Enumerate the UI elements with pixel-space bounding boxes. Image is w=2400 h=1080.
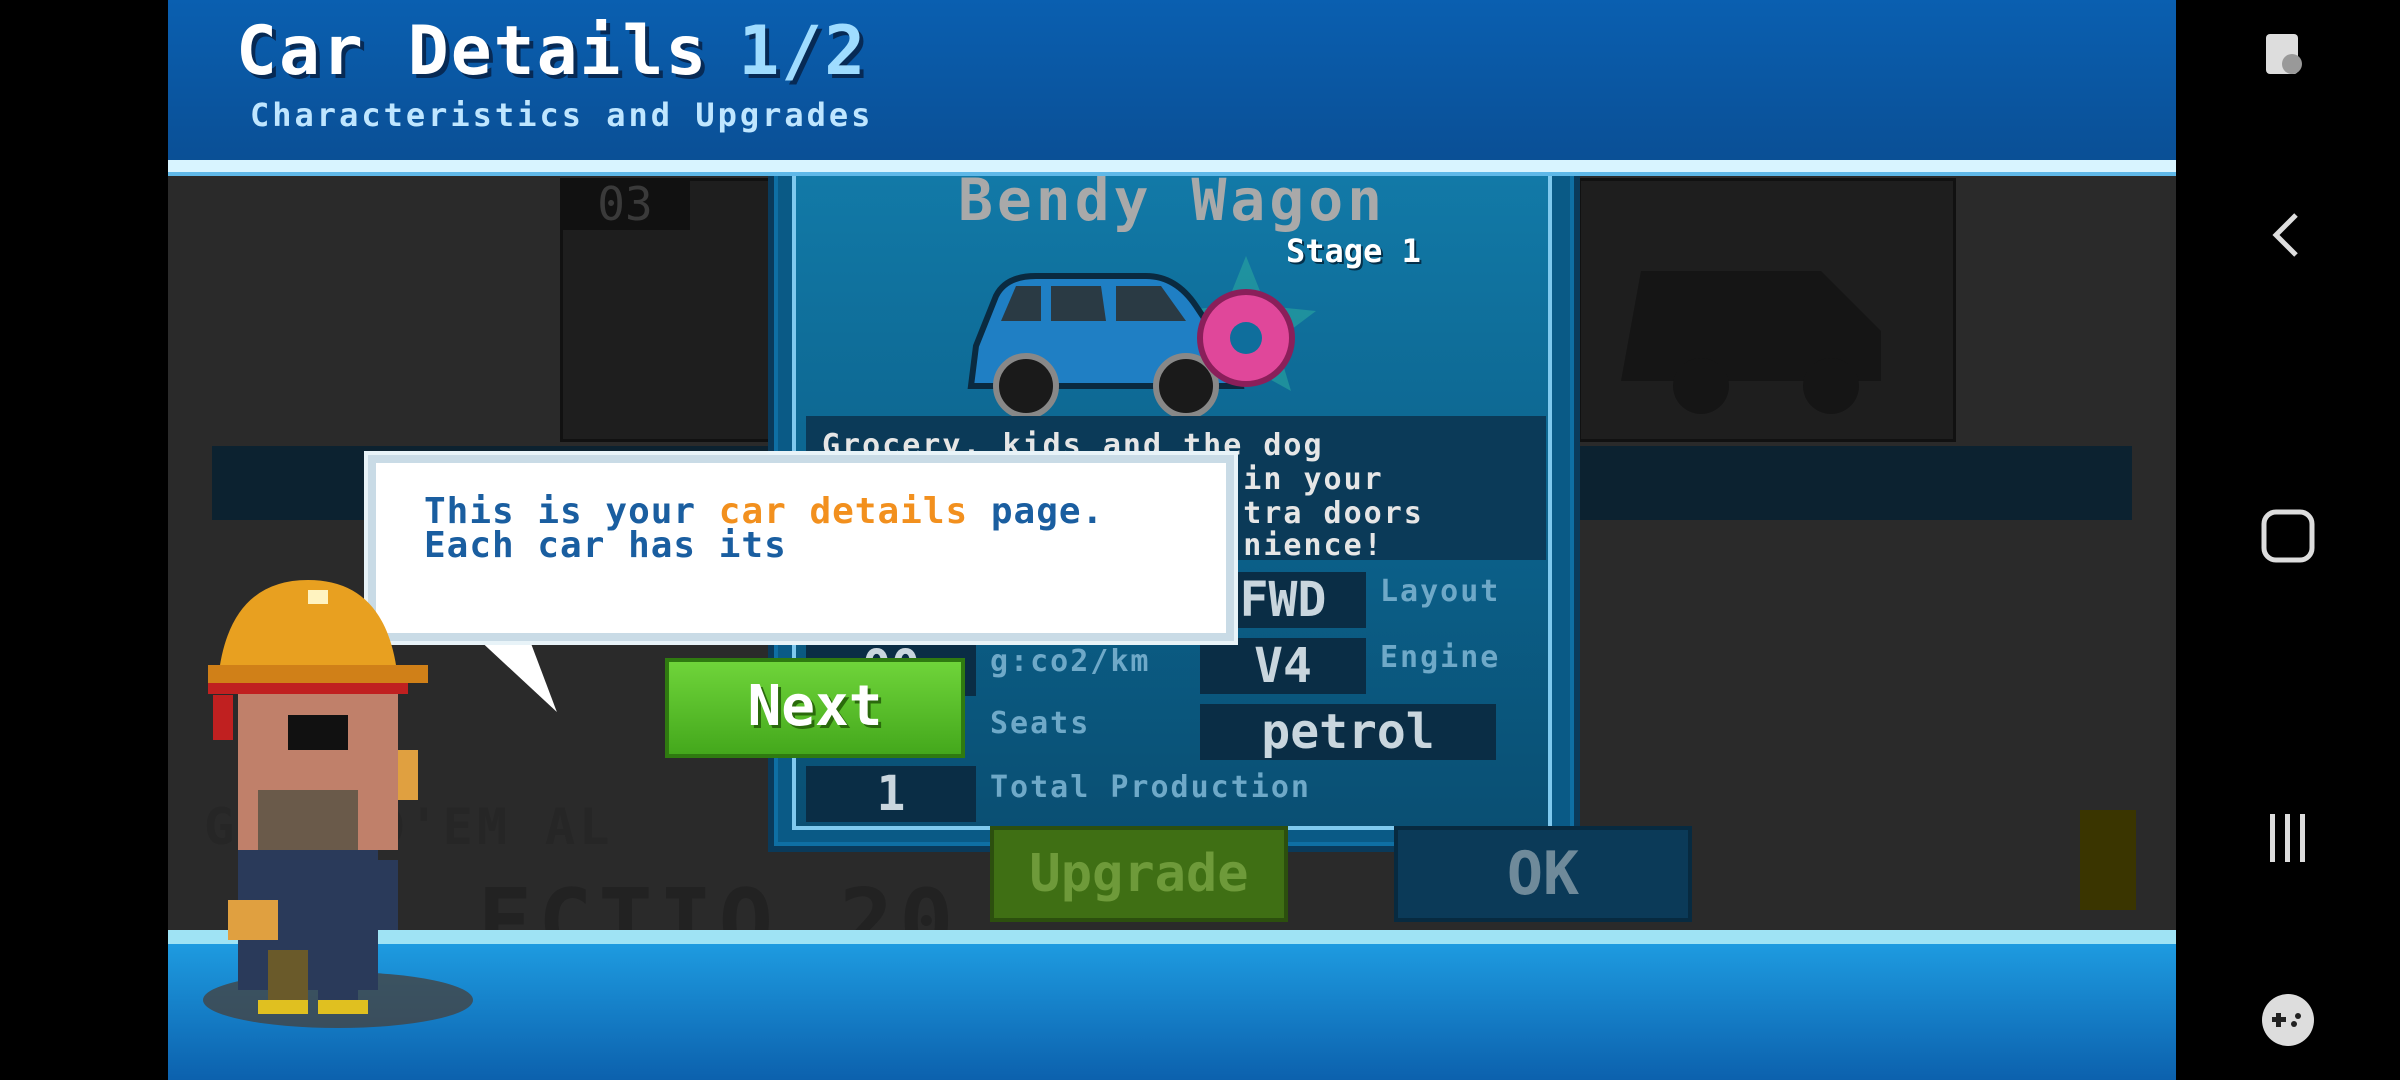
engine-value: V4 [1200, 638, 1366, 694]
header-bar: Car Details 1/2 Characteristics and Upgra… [168, 0, 2176, 165]
home-icon[interactable] [2258, 506, 2318, 566]
screen-touch-icon[interactable] [2258, 28, 2318, 88]
background-card-number: 03 [560, 178, 690, 230]
fuel-value: petrol [1200, 704, 1496, 760]
eyepatch [288, 715, 348, 750]
background-yellow-block [2080, 810, 2136, 910]
tutorial-text: page. [968, 491, 1105, 532]
car-name: Bendy Wagon [957, 166, 1387, 234]
upgrade-button[interactable]: Upgrade [990, 826, 1288, 922]
page-title-text: Car Details [236, 12, 709, 91]
game-tools-icon[interactable] [2258, 990, 2318, 1050]
recents-icon[interactable] [2258, 808, 2318, 868]
next-button[interactable]: Next [665, 658, 965, 758]
header-divider [168, 160, 2176, 176]
locked-car-silhouette-icon [1621, 271, 1881, 414]
system-navigation-bar [2176, 0, 2400, 1080]
wheel-icon [993, 353, 1059, 419]
mechanic-character [203, 580, 473, 1028]
total-production-label: Total Production [990, 770, 1311, 805]
page-indicator: 1/2 [738, 12, 868, 91]
car-stage: Stage 1 [1286, 232, 1421, 270]
engine-label: Engine [1380, 640, 1501, 675]
ok-button[interactable]: OK [1394, 826, 1692, 922]
page-title: Car Details 1/2 [236, 12, 867, 91]
back-icon[interactable] [2258, 205, 2318, 265]
background-car-card-locked [1578, 178, 1956, 442]
page-subtitle: Characteristics and Upgrades [250, 96, 874, 134]
total-production-value: 1 [806, 766, 976, 822]
seats-label: Seats [990, 706, 1091, 741]
game-viewport: 03 GO ILD'EM AL ECTIO 20 Bendy Wagon Sta… [168, 0, 2176, 1080]
layout-label: Layout [1380, 574, 1501, 609]
co2-label: g:co2/km [990, 644, 1151, 679]
